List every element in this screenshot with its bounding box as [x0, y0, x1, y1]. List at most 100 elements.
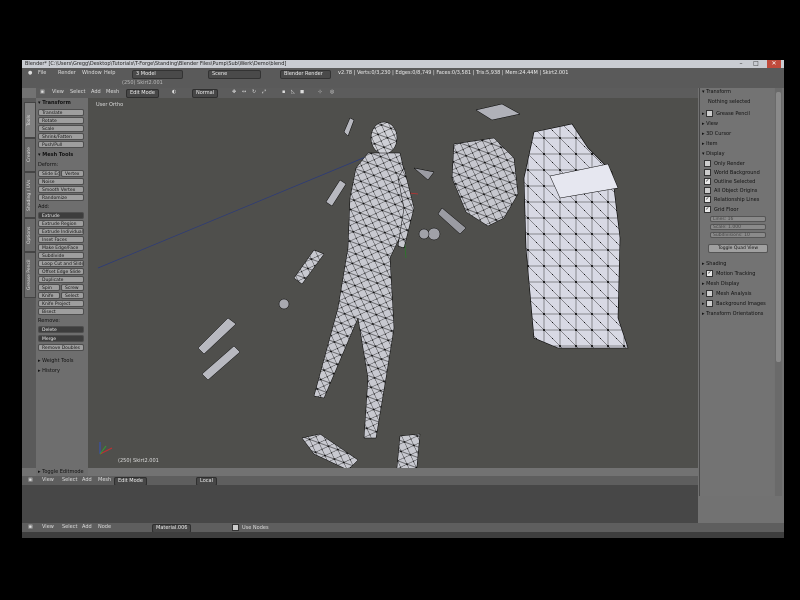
screw-button[interactable]: Screw — [61, 284, 84, 291]
display-panel[interactable]: ▾ Display — [702, 150, 725, 158]
scale-icon[interactable]: ⤢ — [262, 89, 266, 96]
knife-select-button[interactable]: Select — [61, 292, 84, 299]
menu-file[interactable]: File — [38, 69, 46, 78]
scene-selector[interactable]: Scene — [208, 70, 261, 79]
snap-icon[interactable]: ⊹ — [318, 89, 322, 96]
push-pull-button[interactable]: Push/Pull — [38, 141, 84, 148]
transform-orientations-panel[interactable]: ▸ Transform Orientations — [702, 310, 763, 318]
extrude-individual-button[interactable]: Extrude Individual — [38, 228, 84, 235]
face-select-icon[interactable]: ◼ — [300, 89, 304, 96]
tab-shading-uvs[interactable]: Shading / UVs — [24, 172, 36, 218]
slide-edge-button[interactable]: Slide Edge — [38, 170, 60, 177]
menu-mesh[interactable]: Mesh — [106, 89, 119, 96]
relationship-lines-checkbox[interactable]: ✓ Relationship Lines — [704, 196, 759, 204]
transform-panel-header[interactable]: ▾ Transform — [38, 100, 71, 106]
pivot-selector[interactable]: Normal — [192, 89, 219, 98]
menu-add[interactable]: Add — [91, 89, 101, 96]
scrollbar-thumb[interactable] — [776, 92, 781, 362]
menu-view[interactable]: View — [42, 477, 54, 484]
bisect-button[interactable]: Bisect — [38, 308, 84, 315]
menu-view[interactable]: View — [42, 524, 54, 531]
menu-node[interactable]: Node — [98, 524, 111, 531]
menu-render[interactable]: Render — [58, 69, 76, 78]
extrude-menu[interactable]: Extrude — [38, 212, 84, 219]
loop-cut-slide-button[interactable]: Loop Cut and Slide — [38, 260, 84, 267]
tab-options[interactable]: Options — [24, 218, 36, 252]
shading-panel[interactable]: ▸ Shading — [702, 260, 726, 268]
mesh-tools-panel-header[interactable]: ▾ Mesh Tools — [38, 152, 73, 158]
grid-scale-field[interactable]: Scale: 1.000 — [710, 224, 766, 230]
offset-edge-slide-button[interactable]: Offset Edge Slide — [38, 268, 84, 275]
translate-button[interactable]: Translate — [38, 109, 84, 116]
hair-mesh-pieces[interactable] — [413, 103, 521, 241]
all-object-origins-checkbox[interactable]: All Object Origins — [704, 187, 757, 195]
mesh-display-panel[interactable]: ▸ Mesh Display — [702, 280, 739, 288]
menu-view[interactable]: View — [52, 89, 64, 96]
menu-select[interactable]: Select — [62, 524, 77, 531]
rotate-button[interactable]: Rotate — [38, 117, 84, 124]
lower-editor-area[interactable] — [22, 485, 698, 523]
3d-viewport[interactable]: User Ortho (250) Skirt2.001 — [88, 98, 698, 468]
close-button[interactable]: ✕ — [767, 60, 781, 68]
knife-project-button[interactable]: Knife Project — [38, 300, 84, 307]
history-panel-header[interactable]: ▸ History — [38, 368, 60, 374]
layout-selector[interactable]: 3 Model — [132, 70, 183, 79]
noise-button[interactable]: Noise — [38, 178, 84, 185]
mode-selector[interactable]: Edit Mode — [126, 89, 159, 98]
proportional-edit-icon[interactable]: ◎ — [330, 89, 334, 96]
vertex-slide-button[interactable]: Vertex — [61, 170, 84, 177]
randomize-button[interactable]: Randomize — [38, 194, 84, 201]
only-render-checkbox[interactable]: Only Render — [704, 160, 745, 168]
menu-window[interactable]: Window — [82, 69, 102, 78]
blender-logo-icon[interactable]: ● — [28, 69, 32, 78]
grid-floor-toggle[interactable]: ✓ Grid Floor — [704, 206, 739, 214]
shrink-fatten-button[interactable]: Shrink/Fatten — [38, 133, 84, 140]
subdivide-button[interactable]: Subdivide — [38, 252, 84, 259]
delete-menu[interactable]: Delete — [38, 326, 84, 333]
use-nodes-checkbox[interactable]: Use Nodes — [232, 524, 269, 531]
background-images-panel[interactable]: ▸ Background Images — [702, 300, 766, 308]
minimize-button[interactable]: – — [734, 60, 748, 68]
menu-add[interactable]: Add — [82, 477, 92, 484]
manipulator-icon[interactable]: ✥ — [232, 89, 236, 96]
transform-panel[interactable]: ▾ Transform — [702, 88, 731, 96]
properties-scrollbar[interactable] — [775, 88, 782, 496]
skirt-mesh[interactable] — [523, 123, 629, 349]
remove-doubles-button[interactable]: Remove Doubles — [38, 344, 84, 351]
menu-add[interactable]: Add — [82, 524, 92, 531]
menu-mesh[interactable]: Mesh — [98, 477, 111, 484]
tab-create[interactable]: Create — [24, 138, 36, 172]
grid-lines-field[interactable]: Lines: 16 — [710, 216, 766, 222]
3d-cursor-panel[interactable]: ▸ 3D Cursor — [702, 130, 731, 138]
menu-help[interactable]: Help — [104, 69, 115, 78]
rotate-icon[interactable]: ↻ — [252, 89, 256, 96]
scale-button[interactable]: Scale — [38, 125, 84, 132]
motion-tracking-panel[interactable]: ▸ ✓ Motion Tracking — [702, 270, 755, 278]
weight-tools-panel-header[interactable]: ▸ Weight Tools — [38, 358, 73, 364]
toggle-editmode-operator[interactable]: ▸ Toggle Editmode — [36, 468, 88, 476]
node-editor-area[interactable] — [22, 532, 784, 538]
render-engine-selector[interactable]: Blender Render — [280, 70, 331, 79]
merge-menu[interactable]: Merge — [38, 335, 84, 342]
duplicate-button[interactable]: Duplicate — [38, 276, 84, 283]
editor-type-icon[interactable]: ▣ — [28, 524, 33, 531]
editor-type-icon[interactable]: ▣ — [40, 89, 45, 96]
edge-select-icon[interactable]: ◺ — [291, 89, 295, 96]
smooth-vertex-button[interactable]: Smooth Vertex — [38, 186, 84, 193]
item-panel[interactable]: ▸ Item — [702, 140, 718, 148]
leg-mesh-pieces[interactable] — [301, 433, 421, 468]
tab-tools[interactable]: Tools — [24, 102, 36, 138]
extrude-region-button[interactable]: Extrude Region — [38, 220, 84, 227]
maximize-button[interactable]: □ — [749, 60, 763, 68]
translate-icon[interactable]: ↔ — [242, 89, 246, 96]
view-panel[interactable]: ▸ View — [702, 120, 718, 128]
outline-selected-checkbox[interactable]: ✓ Outline Selected — [704, 178, 755, 186]
character-body-mesh[interactable] — [313, 121, 415, 439]
menu-select[interactable]: Select — [70, 89, 85, 96]
world-background-checkbox[interactable]: World Background — [704, 169, 760, 177]
viewport-shading-icon[interactable]: ◐ — [172, 89, 176, 96]
toggle-quad-view-button[interactable]: Toggle Quad View — [708, 244, 768, 253]
grease-pencil-panel[interactable]: ▸ Grease Pencil — [702, 110, 750, 118]
knife-button[interactable]: Knife — [38, 292, 60, 299]
inset-faces-button[interactable]: Inset Faces — [38, 236, 84, 243]
